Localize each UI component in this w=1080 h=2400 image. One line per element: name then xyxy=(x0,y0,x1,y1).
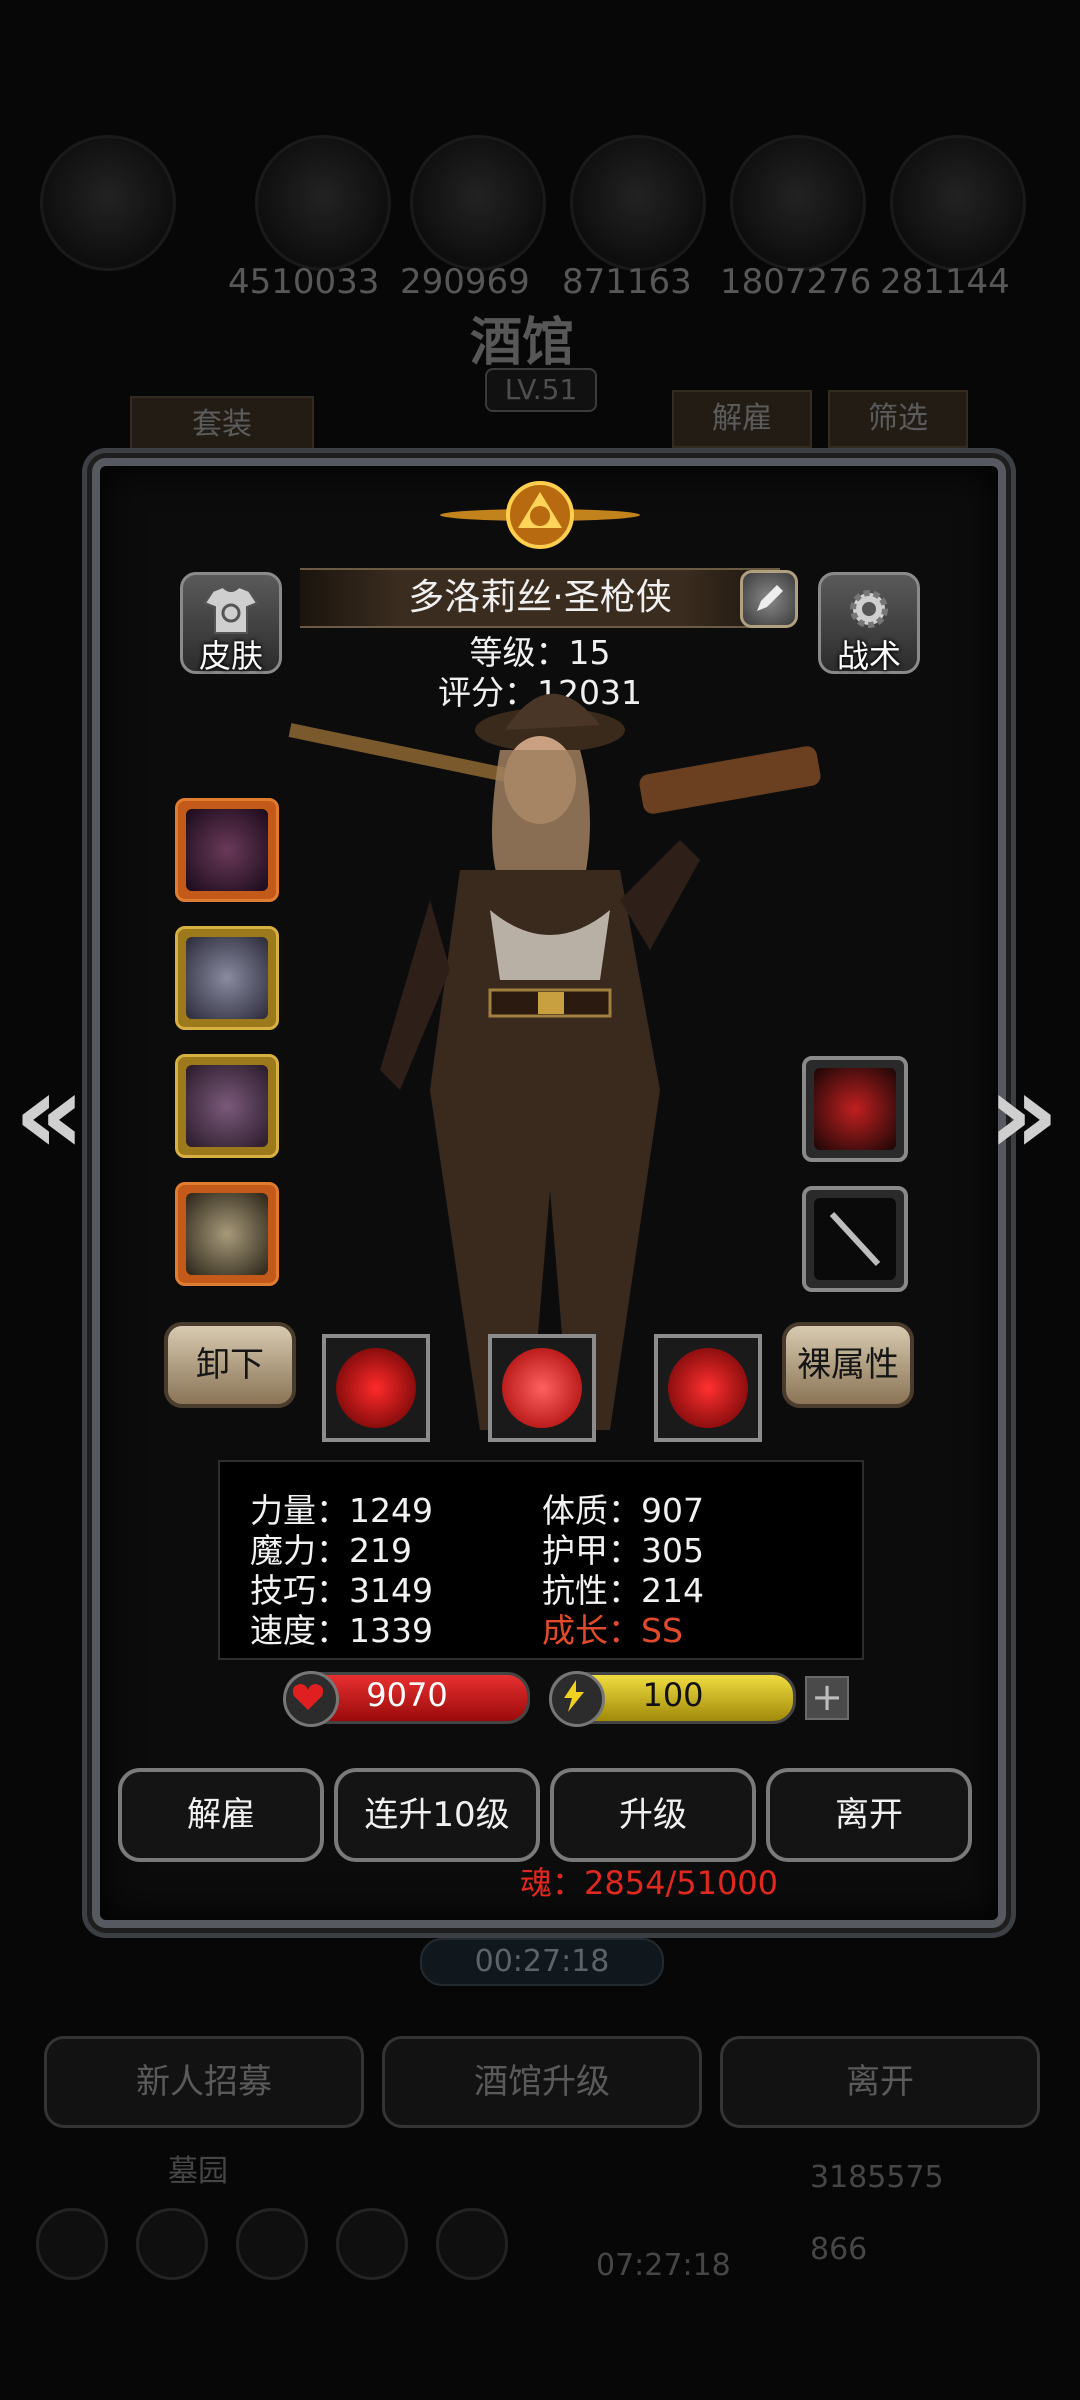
leave-tavern-button[interactable]: 离开 xyxy=(720,2036,1040,2128)
energy-bar: 100 xyxy=(549,1671,796,1727)
gem-count: 866 xyxy=(810,2232,868,2267)
hero-portrait xyxy=(288,693,821,1430)
hp-bar: 9070 xyxy=(283,1671,530,1727)
dismiss-button[interactable]: 解雇 xyxy=(118,1768,324,1862)
resource-icon-3 xyxy=(410,135,546,271)
right-arrow-icon[interactable]: » xyxy=(988,1050,1059,1178)
stats-panel: 力量：1249 魔力：219 技巧：3149 速度：1339 体质：907 护甲… xyxy=(218,1460,864,1660)
resource-count: 4510033 xyxy=(228,262,380,302)
tavern-title: 酒馆 xyxy=(470,312,575,373)
resource-icon-2 xyxy=(255,135,391,271)
recruit-timer: 00:27:18 xyxy=(420,1938,664,1986)
footer-timer: 07:27:18 xyxy=(596,2248,731,2283)
nav-icon[interactable] xyxy=(336,2208,408,2280)
leave-button[interactable]: 离开 xyxy=(766,1768,972,1862)
equip-slot-bone[interactable] xyxy=(802,1186,908,1292)
soul-counter: 魂：2854/51000 xyxy=(520,1864,779,1902)
tavern-upgrade-button[interactable]: 酒馆升级 xyxy=(382,2036,702,2128)
hero-name: 多洛莉丝·圣枪侠 xyxy=(300,568,780,628)
skill-slot-1[interactable] xyxy=(322,1334,430,1442)
left-arrow-icon[interactable]: « xyxy=(14,1050,85,1178)
nav-icon[interactable] xyxy=(36,2208,108,2280)
nav-icon[interactable] xyxy=(236,2208,308,2280)
skill-slot-2[interactable] xyxy=(488,1334,596,1442)
nav-icon[interactable] xyxy=(136,2208,208,2280)
tab-dismiss[interactable]: 解雇 xyxy=(672,390,812,448)
equip-slot-weapon[interactable] xyxy=(175,798,279,902)
resource-count: 1807276 xyxy=(720,262,872,302)
unequip-button[interactable]: 卸下 xyxy=(164,1322,296,1408)
resource-count: 871163 xyxy=(562,262,692,302)
level-up-button[interactable]: 升级 xyxy=(550,1768,756,1862)
resource-icon-5 xyxy=(730,135,866,271)
resource-icon-1 xyxy=(40,135,176,271)
recruit-button[interactable]: 新人招募 xyxy=(44,2036,364,2128)
equip-slot-armor[interactable] xyxy=(175,926,279,1030)
equip-slot-emblem[interactable] xyxy=(802,1056,908,1162)
tab-filter[interactable]: 筛选 xyxy=(828,390,968,448)
edit-icon[interactable] xyxy=(740,570,798,628)
gold-count: 3185575 xyxy=(810,2160,944,2195)
energy-value: 100 xyxy=(642,1676,704,1714)
tab-sets[interactable]: 套装 xyxy=(130,396,314,454)
add-energy-button[interactable]: + xyxy=(805,1676,849,1720)
stat-growth: 成长：SS xyxy=(542,1611,683,1650)
panel-emblem-icon xyxy=(440,481,640,549)
stat-speed: 速度：1339 xyxy=(250,1611,433,1650)
equip-slot-accessory[interactable] xyxy=(175,1182,279,1286)
resource-icon-4 xyxy=(570,135,706,271)
resource-count: 290969 xyxy=(400,262,530,302)
hp-value: 9070 xyxy=(366,1676,448,1714)
resource-icon-6 xyxy=(890,135,1026,271)
skill-slot-3[interactable] xyxy=(654,1334,762,1442)
tavern-level: LV.51 xyxy=(485,368,597,412)
equip-slot-ring[interactable] xyxy=(175,1054,279,1158)
resource-count: 281144 xyxy=(880,262,1010,302)
level-up-10-button[interactable]: 连升10级 xyxy=(334,1768,540,1862)
nav-icon[interactable] xyxy=(436,2208,508,2280)
footer-label: 墓园 xyxy=(168,2154,228,2189)
base-attributes-button[interactable]: 裸属性 xyxy=(782,1322,914,1408)
